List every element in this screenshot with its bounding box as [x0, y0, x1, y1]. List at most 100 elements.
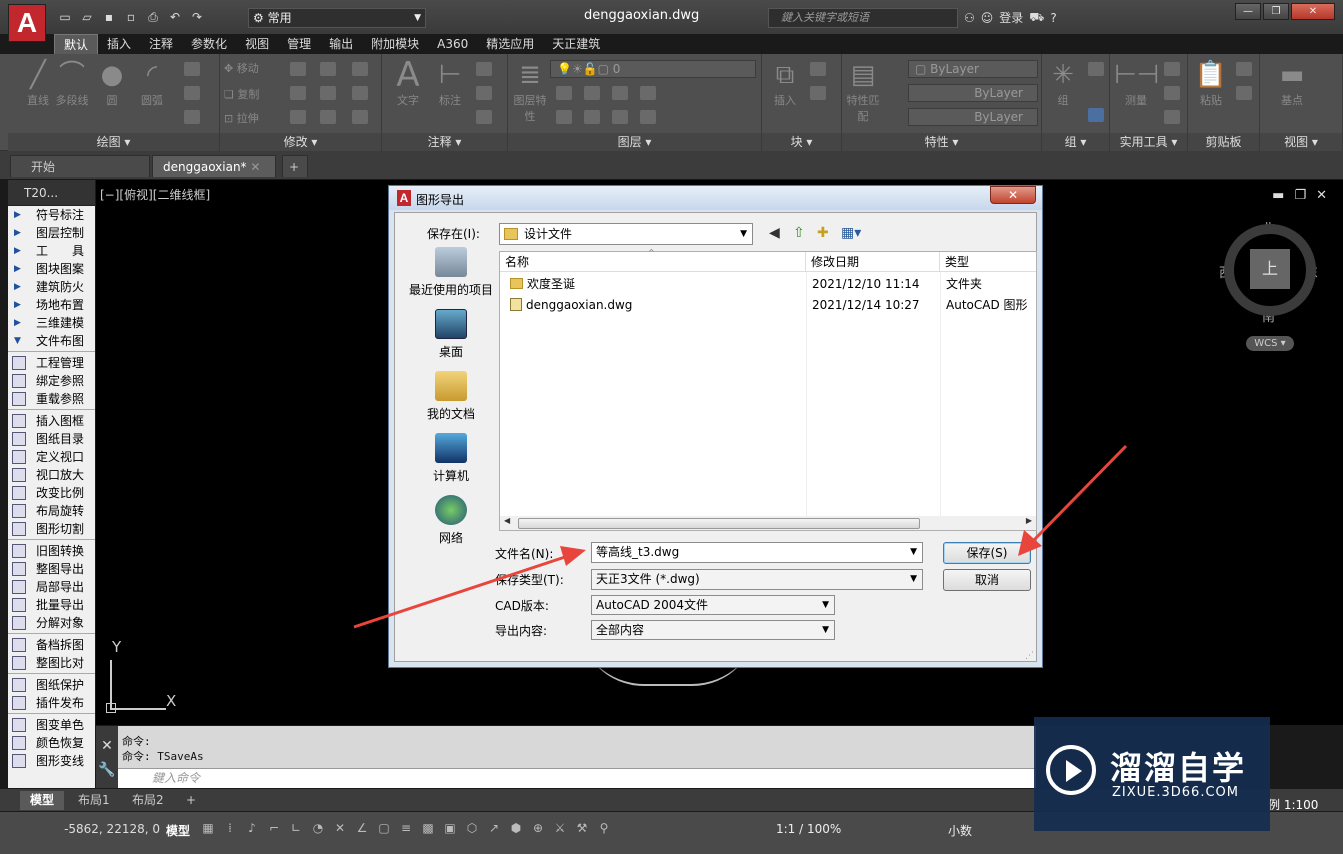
- palette-command[interactable]: 整图比对: [8, 654, 95, 672]
- palette-group[interactable]: ▶ 建筑防火: [8, 278, 95, 296]
- layer-lock-icon[interactable]: [612, 110, 628, 124]
- close-command-icon[interactable]: ✕: [96, 738, 118, 754]
- create-block-icon[interactable]: [810, 62, 826, 76]
- palette-command[interactable]: 分解对象: [8, 614, 95, 632]
- save-icon[interactable]: ▪: [100, 8, 118, 26]
- zoom-scale[interactable]: 1:1 / 100%: [776, 822, 841, 836]
- undo-icon[interactable]: ↶: [166, 8, 184, 26]
- palette-group[interactable]: ▶ 图层控制: [8, 224, 95, 242]
- tab-layout2[interactable]: 布局2: [122, 791, 174, 810]
- palette-command[interactable]: 布局旋转: [8, 502, 95, 520]
- arc-tool[interactable]: ◜ 圆弧: [132, 58, 172, 108]
- viewport-label[interactable]: [−][俯视][二维线框]: [100, 186, 210, 203]
- horizontal-scrollbar[interactable]: ◀ ▶: [500, 516, 1036, 530]
- explode-icon[interactable]: [352, 86, 368, 100]
- scroll-thumb[interactable]: [518, 518, 920, 529]
- copy-clip-icon[interactable]: [1236, 86, 1252, 100]
- ribbon-tab[interactable]: 参数化: [182, 34, 236, 54]
- copy-tool[interactable]: ❏ 复制: [224, 86, 280, 102]
- place-recent[interactable]: 最近使用的项目: [403, 247, 499, 298]
- tab-layout1[interactable]: 布局1: [68, 791, 120, 810]
- ribbon-tab[interactable]: 默认: [54, 34, 99, 54]
- match-properties-tool[interactable]: ▤ 特性匹配: [844, 58, 882, 124]
- point-icon[interactable]: [1164, 62, 1180, 76]
- column-date[interactable]: 修改日期: [806, 252, 940, 272]
- gizmo-icon[interactable]: ⊕: [530, 820, 546, 836]
- snap-icon[interactable]: ⁞: [222, 820, 238, 836]
- help-icon[interactable]: ?: [1050, 11, 1056, 25]
- workspace-select[interactable]: ⚙ 常用 ▼: [248, 8, 426, 28]
- back-icon[interactable]: ◀: [769, 225, 780, 241]
- palette-command[interactable]: 重载参照: [8, 390, 95, 408]
- restore-viewport-icon[interactable]: ❐: [1294, 188, 1306, 203]
- palette-command[interactable]: 图形变线: [8, 752, 95, 770]
- panel-title[interactable]: 图层 ▾: [508, 133, 761, 151]
- paste-tool[interactable]: 📋 粘贴: [1192, 58, 1230, 108]
- ribbon-tab[interactable]: 输出: [320, 34, 362, 54]
- osnap-icon[interactable]: ▢: [376, 820, 392, 836]
- layer-match-icon[interactable]: [556, 110, 572, 124]
- scale-icon[interactable]: [290, 110, 306, 124]
- array-icon[interactable]: [320, 110, 336, 124]
- gradient-icon[interactable]: [184, 110, 200, 124]
- palette-command[interactable]: 插入图框: [8, 412, 95, 430]
- scroll-left-icon[interactable]: ◀: [504, 516, 510, 525]
- palette-command[interactable]: 插件发布: [8, 694, 95, 712]
- table-icon[interactable]: [476, 110, 492, 124]
- place-documents[interactable]: 我的文档: [403, 371, 499, 422]
- ribbon-tab[interactable]: 附加模块: [362, 34, 428, 54]
- cart-icon[interactable]: ⛟: [1029, 10, 1044, 26]
- fillet-icon[interactable]: [320, 86, 336, 100]
- circle-tool[interactable]: ● 圆: [92, 58, 132, 108]
- view-cube[interactable]: 上: [1224, 224, 1316, 316]
- edit-block-icon[interactable]: [810, 86, 826, 100]
- lineweight-icon[interactable]: ≡: [398, 820, 414, 836]
- palette-command[interactable]: 图纸目录: [8, 430, 95, 448]
- infer-icon[interactable]: ♪: [244, 820, 260, 836]
- selection-filter-icon[interactable]: ⬢: [508, 820, 524, 836]
- new-folder-icon[interactable]: ✚: [817, 225, 829, 241]
- cad-version-select[interactable]: AutoCAD 2004文件 ▼: [591, 595, 835, 615]
- place-computer[interactable]: 计算机: [403, 433, 499, 484]
- layer-off-icon[interactable]: [640, 86, 656, 100]
- polar-icon[interactable]: ◔: [310, 820, 326, 836]
- hatch-icon[interactable]: [184, 86, 200, 100]
- group-select-icon[interactable]: [1088, 108, 1104, 122]
- move-tool[interactable]: ✥ 移动: [224, 60, 280, 76]
- osnap-tracking-icon[interactable]: ∠: [354, 820, 370, 836]
- layer-isolate-icon[interactable]: [584, 86, 600, 100]
- export-content-select[interactable]: 全部内容 ▼: [591, 620, 835, 640]
- measure-tool[interactable]: ⊢⊣ 测量: [1114, 58, 1159, 108]
- file-row[interactable]: 欢度圣诞 2021/12/10 11:14 文件夹: [500, 274, 1036, 295]
- print-icon[interactable]: ⎙: [144, 8, 162, 26]
- save-as-icon[interactable]: ▫: [122, 8, 140, 26]
- palette-group[interactable]: ▶ 符号标注: [8, 206, 95, 224]
- filetype-select[interactable]: 天正3文件 (*.dwg) ▼: [591, 569, 923, 590]
- trim-icon[interactable]: [320, 62, 336, 76]
- selection-cycling-icon[interactable]: ▣: [442, 820, 458, 836]
- close-window-button[interactable]: ✕: [1291, 3, 1335, 20]
- minimize-viewport-icon[interactable]: ▬: [1272, 188, 1284, 203]
- palette-command[interactable]: 颜色恢复: [8, 734, 95, 752]
- palette-command[interactable]: 图变单色: [8, 716, 95, 734]
- ribbon-tab[interactable]: 注释: [140, 34, 182, 54]
- close-tab-icon[interactable]: ✕: [250, 160, 260, 174]
- wcs-menu[interactable]: WCS ▾: [1246, 336, 1294, 351]
- auto-scale-icon[interactable]: ⚒: [574, 820, 590, 836]
- base-point-tool[interactable]: ▬ 基点: [1270, 58, 1314, 108]
- tab-model[interactable]: 模型: [20, 791, 65, 810]
- palette-command[interactable]: 绑定参照: [8, 372, 95, 390]
- scroll-right-icon[interactable]: ▶: [1026, 516, 1032, 525]
- up-folder-icon[interactable]: ⇧: [793, 225, 805, 241]
- panel-title[interactable]: 特性 ▾: [842, 133, 1041, 151]
- palette-title[interactable]: T20...: [8, 180, 95, 206]
- palette-command[interactable]: 图形切割: [8, 520, 95, 538]
- ribbon-tab[interactable]: 视图: [236, 34, 278, 54]
- save-button[interactable]: 保存(S): [943, 542, 1031, 564]
- coordinate-readout[interactable]: -5862, 22128, 0: [20, 822, 160, 836]
- annotation-scale-icon[interactable]: ⚲: [596, 820, 612, 836]
- layer-properties-tool[interactable]: ≣ 图层特性: [512, 58, 548, 124]
- panel-title[interactable]: 视图 ▾: [1260, 133, 1342, 151]
- palette-command[interactable]: 改变比例: [8, 484, 95, 502]
- ribbon-tab[interactable]: 精选应用: [477, 34, 543, 54]
